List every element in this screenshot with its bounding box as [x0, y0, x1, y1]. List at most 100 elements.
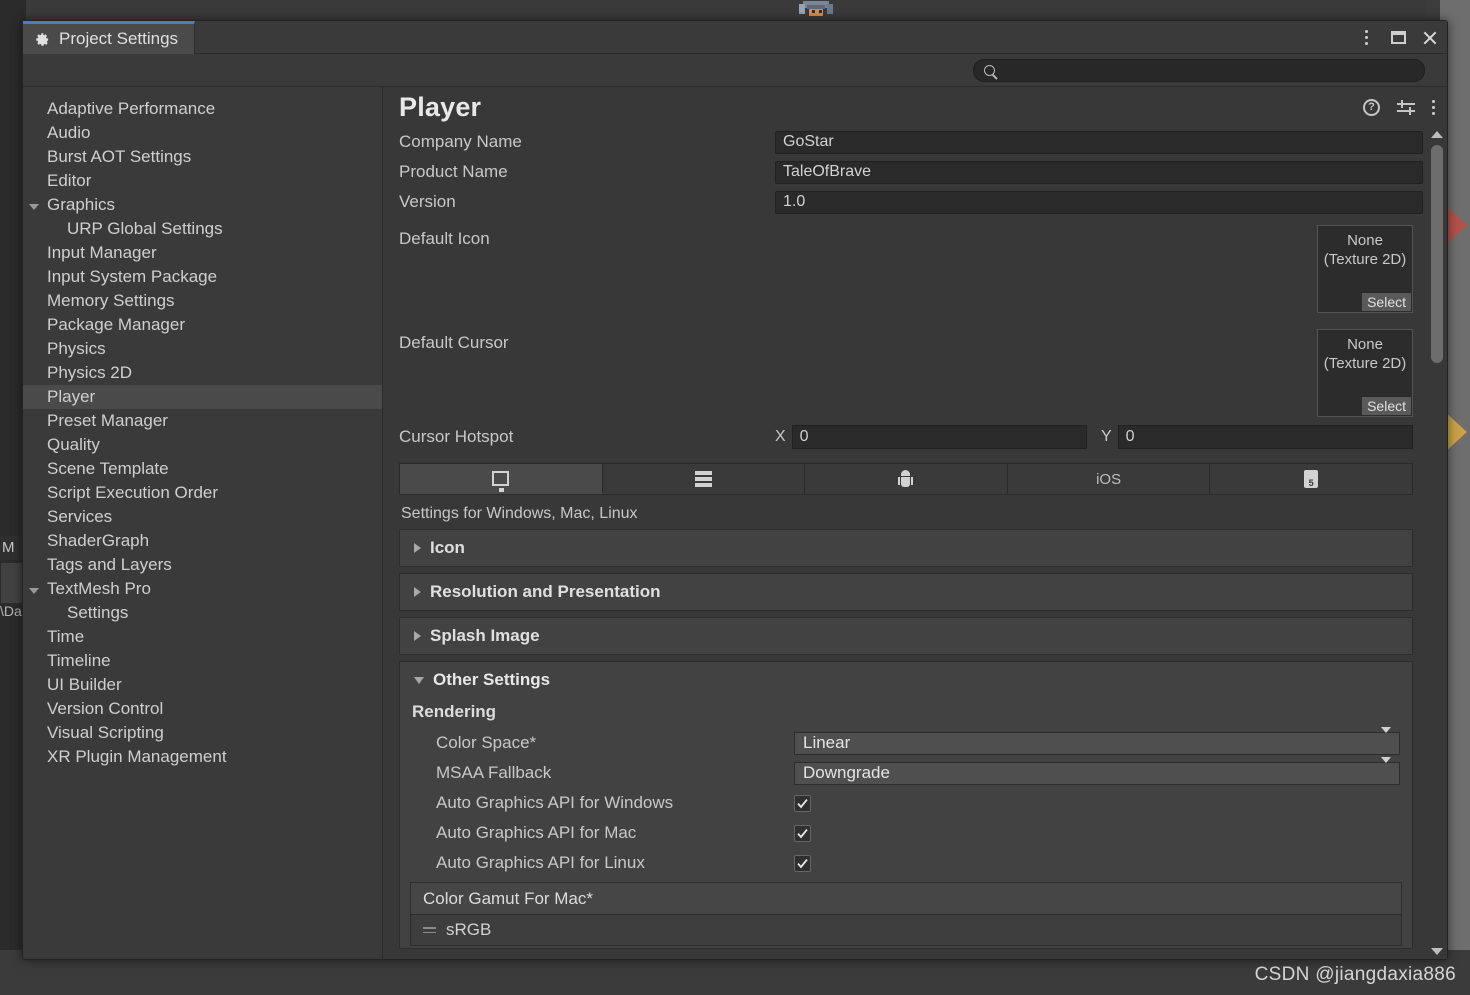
search-input[interactable]: [1001, 62, 1414, 78]
maximize-icon: [1390, 31, 1406, 44]
help-icon[interactable]: ?: [1363, 98, 1380, 116]
scrollbar-thumb[interactable]: [1431, 145, 1443, 363]
scroll-up-arrow-icon[interactable]: [1431, 131, 1443, 138]
sidebar-item-package-manager[interactable]: Package Manager: [23, 313, 382, 337]
search-field[interactable]: [973, 58, 1425, 82]
product-name-input[interactable]: TaleOfBrave: [775, 160, 1423, 184]
default-icon-select-button[interactable]: Select: [1362, 293, 1411, 311]
sidebar-item-editor[interactable]: Editor: [23, 169, 382, 193]
window-maximize-button[interactable]: [1389, 29, 1407, 47]
preset-icon[interactable]: [1397, 99, 1415, 115]
label-version: Version: [399, 192, 456, 211]
monitor-icon: [492, 470, 510, 492]
list-item[interactable]: sRGB: [411, 915, 1401, 945]
sidebar-item-scene-template[interactable]: Scene Template: [23, 457, 382, 481]
window-close-button[interactable]: [1421, 29, 1439, 47]
default-icon-object-field[interactable]: None (Texture 2D) Select: [1317, 225, 1413, 313]
check-icon: [797, 858, 808, 868]
sidebar-item-script-execution-order[interactable]: Script Execution Order: [23, 481, 382, 505]
sidebar-item-settings[interactable]: Settings: [23, 601, 382, 625]
main-vertical-scrollbar[interactable]: [1427, 127, 1447, 959]
sidebar-item-label: Time: [47, 627, 85, 646]
window-body: Adaptive Performance Audio Burst AOT Set…: [23, 87, 1447, 959]
sidebar-item-version-control[interactable]: Version Control: [23, 697, 382, 721]
check-icon: [797, 828, 808, 838]
sidebar-item-input-manager[interactable]: Input Manager: [23, 241, 382, 265]
color-space-dropdown[interactable]: Linear: [794, 727, 1400, 755]
default-icon-value-line1: None: [1347, 232, 1383, 249]
company-name-input[interactable]: GoStar: [775, 130, 1423, 154]
sidebar-item-timeline[interactable]: Timeline: [23, 649, 382, 673]
drag-handle-icon[interactable]: [423, 927, 436, 933]
sidebar-item-quality[interactable]: Quality: [23, 433, 382, 457]
tab-android[interactable]: [805, 464, 1008, 494]
tab-standalone[interactable]: [400, 464, 603, 494]
sidebar-item-physics[interactable]: Physics: [23, 337, 382, 361]
panel-menu-button[interactable]: [1432, 99, 1435, 115]
window-menu-button[interactable]: [1357, 29, 1375, 47]
sidebar-item-textmesh-pro[interactable]: TextMesh Pro: [23, 577, 382, 601]
sidebar-item-player[interactable]: Player: [23, 385, 382, 409]
label-color-space: Color Space*: [436, 733, 537, 752]
tab-label: Project Settings: [59, 29, 179, 48]
sidebar-item-label: Input Manager: [47, 243, 157, 262]
sidebar-item-memory-settings[interactable]: Memory Settings: [23, 289, 382, 313]
android-icon: [898, 470, 914, 488]
sidebar-item-label: Graphics: [47, 195, 116, 214]
row-auto-graphics-api-windows: Auto Graphics API for Windows: [400, 788, 1412, 818]
sidebar-item-time[interactable]: Time: [23, 625, 382, 649]
tab-dedicated-server[interactable]: [602, 464, 806, 494]
tab-webgl[interactable]: 5: [1210, 464, 1412, 494]
sidebar-item-visual-scripting[interactable]: Visual Scripting: [23, 721, 382, 745]
sidebar-item-label: Physics: [47, 339, 106, 358]
color-gamut-list: Color Gamut For Mac* sRGB: [410, 882, 1402, 946]
default-cursor-value-line1: None: [1347, 336, 1383, 353]
section-resolution-and-presentation[interactable]: Resolution and Presentation: [399, 573, 1413, 611]
sidebar-item-services[interactable]: Services: [23, 505, 382, 529]
sidebar-item-adaptive-performance[interactable]: Adaptive Performance: [23, 97, 382, 121]
platform-tab-bar: iOS 5: [399, 463, 1413, 495]
sidebar-item-label: Burst AOT Settings: [47, 147, 192, 166]
sidebar-item-input-system-package[interactable]: Input System Package: [23, 265, 382, 289]
scroll-down-arrow-icon[interactable]: [1431, 948, 1443, 955]
sidebar-item-label: Version Control: [47, 699, 164, 718]
sidebar-item-label: Player: [47, 387, 96, 406]
auto-graphics-api-linux-checkbox[interactable]: [794, 854, 811, 872]
sidebar-item-label: Audio: [47, 123, 91, 142]
sidebar-item-urp-global-settings[interactable]: URP Global Settings: [23, 217, 382, 241]
sidebar-item-preset-manager[interactable]: Preset Manager: [23, 409, 382, 433]
sidebar-item-label: Preset Manager: [47, 411, 168, 430]
settings-category-list[interactable]: Adaptive Performance Audio Burst AOT Set…: [23, 87, 383, 959]
label-product-name: Product Name: [399, 162, 508, 181]
sidebar-item-ui-builder[interactable]: UI Builder: [23, 673, 382, 697]
sidebar-item-physics-2d[interactable]: Physics 2D: [23, 361, 382, 385]
version-input[interactable]: 1.0: [775, 190, 1423, 214]
section-other-settings-header[interactable]: Other Settings: [400, 662, 1412, 698]
chevron-down-icon[interactable]: [29, 195, 43, 215]
auto-graphics-api-windows-checkbox[interactable]: [794, 794, 811, 812]
msaa-fallback-dropdown[interactable]: Downgrade: [794, 757, 1400, 785]
sidebar-item-xr-plugin-management[interactable]: XR Plugin Management: [23, 745, 382, 769]
sidebar-item-burst-aot-settings[interactable]: Burst AOT Settings: [23, 145, 382, 169]
tab-ios[interactable]: iOS: [1007, 464, 1211, 494]
sidebar-item-label: Services: [47, 507, 113, 526]
tab-project-settings[interactable]: Project Settings: [23, 21, 196, 54]
sidebar-item-graphics[interactable]: Graphics: [23, 193, 382, 217]
default-cursor-object-field[interactable]: None (Texture 2D) Select: [1317, 329, 1413, 417]
default-cursor-select-button[interactable]: Select: [1362, 397, 1411, 415]
sidebar-item-audio[interactable]: Audio: [23, 121, 382, 145]
sidebar-item-label: XR Plugin Management: [47, 747, 227, 766]
yellow-arrow-shape: [1445, 412, 1467, 452]
sidebar-item-label: Package Manager: [47, 315, 185, 334]
sidebar-item-tags-and-layers[interactable]: Tags and Layers: [23, 553, 382, 577]
label-cursor-hotspot: Cursor Hotspot: [399, 427, 514, 446]
section-splash-image[interactable]: Splash Image: [399, 617, 1413, 655]
section-other-settings: Other Settings Rendering Color Space* Li…: [399, 661, 1413, 949]
section-icon[interactable]: Icon: [399, 529, 1413, 567]
sidebar-item-label: Input System Package: [47, 267, 218, 286]
sidebar-item-shadergraph[interactable]: ShaderGraph: [23, 529, 382, 553]
cursor-hotspot-y-input[interactable]: 0: [1117, 425, 1413, 449]
cursor-hotspot-x-input[interactable]: 0: [791, 425, 1087, 449]
auto-graphics-api-mac-checkbox[interactable]: [794, 824, 811, 842]
chevron-down-icon[interactable]: [29, 579, 43, 599]
